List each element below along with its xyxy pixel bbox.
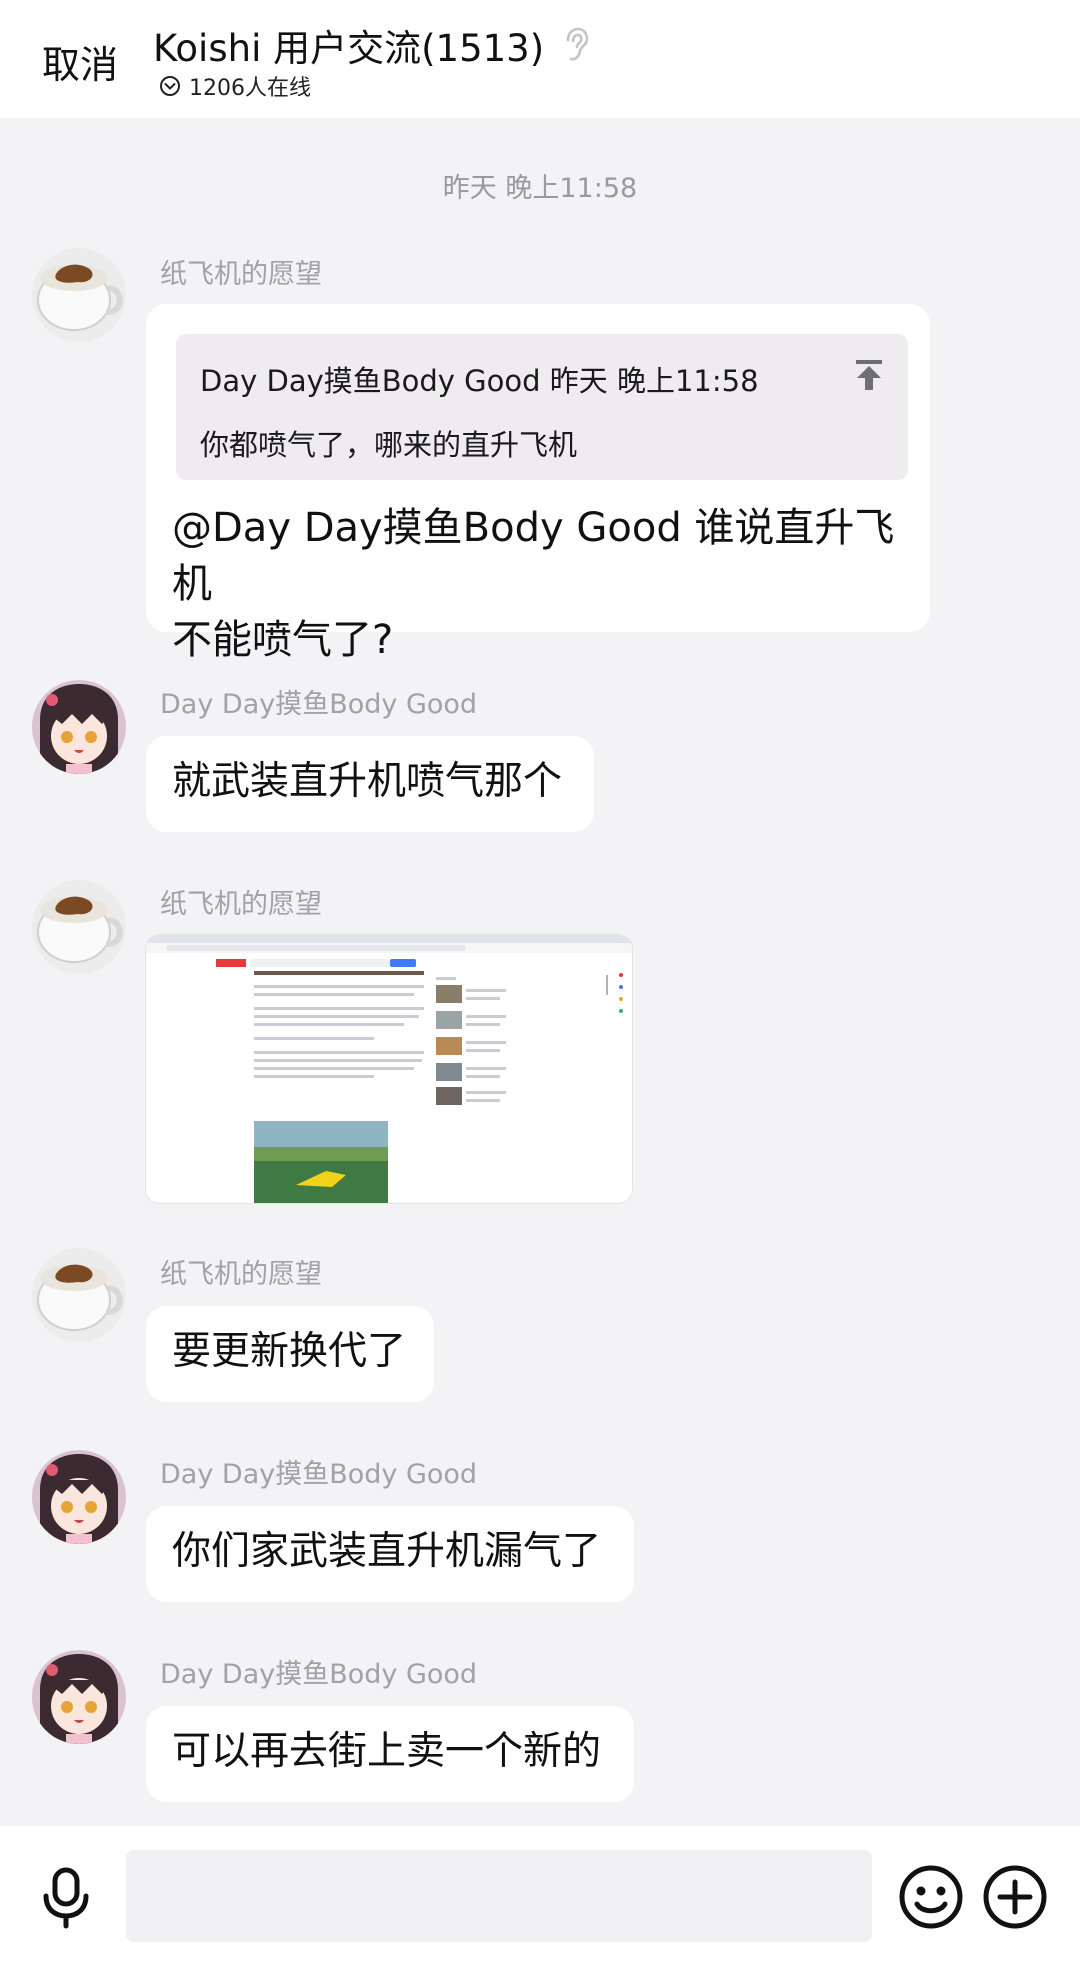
avatar[interactable] [32, 680, 126, 774]
sender-name: Day Day摸鱼Body Good [160, 1659, 478, 1690]
group-name: Koishi 用户交流(1513) [153, 27, 545, 70]
chat-header: 取消 Koishi 用户交流(1513) 1206人在线 [0, 0, 1080, 118]
avatar[interactable] [32, 248, 126, 342]
message-bubble[interactable]: 可以再去街上卖一个新的 [146, 1706, 634, 1802]
chat-timestamp: 昨天 晚上11:58 [442, 173, 638, 204]
quote-header: Day Day摸鱼Body Good 昨天 晚上11:58 [200, 364, 759, 398]
sender-name: 纸飞机的愿望 [160, 1259, 322, 1290]
message-bubble[interactable]: 就武装直升机喷气那个 [146, 736, 594, 832]
online-count: 1206人在线 [189, 76, 311, 101]
anime-girl-icon [32, 1650, 126, 1744]
quoted-message[interactable]: Day Day摸鱼Body Good 昨天 晚上11:58 你都喷气了，哪来的直… [176, 334, 908, 480]
avatar[interactable] [32, 1450, 126, 1544]
message-text: 你们家武装直升机漏气了 [172, 1529, 602, 1574]
coffee-cup-icon [32, 1248, 126, 1342]
avatar[interactable] [32, 1248, 126, 1342]
emoji-icon[interactable] [898, 1864, 964, 1930]
coffee-cup-icon [32, 880, 126, 974]
browser-screenshot-image [146, 935, 632, 1203]
message-text-line: @Day Day摸鱼Body Good 谁说直升飞机 [172, 505, 895, 607]
message-text: 要更新换代了 [172, 1329, 407, 1374]
input-bar [0, 1826, 1080, 1966]
quote-text: 你都喷气了，哪来的直升飞机 [200, 428, 578, 462]
sender-name: Day Day摸鱼Body Good [160, 689, 478, 720]
online-status-row: 1206人在线 [159, 70, 311, 102]
message-input[interactable] [126, 1850, 872, 1942]
sender-name: Day Day摸鱼Body Good [160, 1459, 478, 1490]
message-text-line: 不能喷气了? [172, 617, 394, 663]
avatar[interactable] [32, 880, 126, 974]
sender-name: 纸飞机的愿望 [160, 259, 322, 290]
message-bubble[interactable]: Day Day摸鱼Body Good 昨天 晚上11:58 你都喷气了，哪来的直… [146, 304, 930, 663]
cancel-button[interactable]: 取消 [42, 34, 118, 89]
message-text: @Day Day摸鱼Body Good 谁说直升飞机 不能喷气了? [172, 500, 912, 668]
plus-icon[interactable] [982, 1864, 1048, 1930]
sender-name: 纸飞机的愿望 [160, 889, 322, 920]
ear-icon[interactable] [560, 26, 590, 64]
message-bubble[interactable]: 要更新换代了 [146, 1306, 434, 1402]
avatar[interactable] [32, 1650, 126, 1744]
chevron-circle-icon [160, 76, 180, 96]
message-text: 可以再去街上卖一个新的 [172, 1729, 602, 1774]
image-message[interactable] [146, 935, 632, 1203]
microphone-icon[interactable] [36, 1866, 96, 1930]
anime-girl-icon [32, 680, 126, 774]
coffee-cup-icon [32, 248, 126, 342]
anime-girl-icon [32, 1450, 126, 1544]
message-bubble[interactable]: 你们家武装直升机漏气了 [146, 1506, 634, 1602]
group-title-row[interactable]: Koishi 用户交流(1513) [153, 18, 590, 72]
jump-to-top-icon[interactable] [852, 358, 886, 392]
message-text: 就武装直升机喷气那个 [172, 759, 563, 804]
